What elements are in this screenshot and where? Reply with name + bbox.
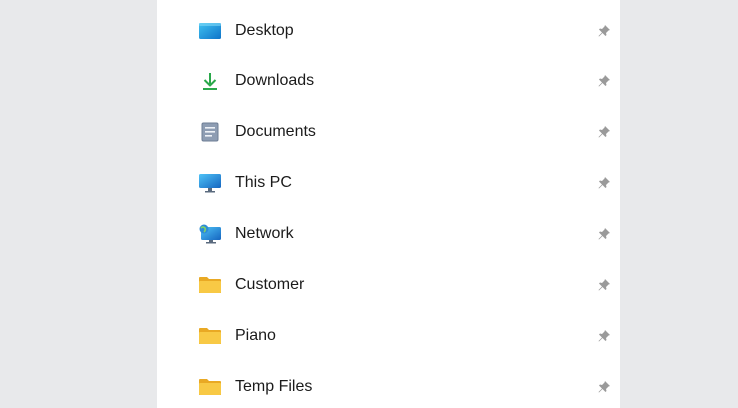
quick-access-item-downloads[interactable]: Downloads [157,61,620,101]
quick-access-item-customer[interactable]: Customer [157,265,620,305]
quick-access-item-temp-files[interactable]: Temp Files [157,367,620,407]
quick-access-list: Desktop Downloads Documents This PC Netw… [157,0,620,408]
quick-access-item-label: Network [235,225,294,242]
folder-icon [199,325,221,347]
pin-icon[interactable] [595,378,613,396]
quick-access-item-network[interactable]: Network [157,214,620,254]
pin-icon[interactable] [595,123,613,141]
quick-access-item-desktop[interactable]: Desktop [157,11,620,51]
folder-icon [199,274,221,296]
quick-access-item-label: Documents [235,123,316,140]
quick-access-item-label: Piano [235,327,276,344]
quick-access-item-label: Customer [235,276,305,293]
quick-access-item-label: Desktop [235,22,294,39]
pin-icon[interactable] [595,72,613,90]
quick-access-item-documents[interactable]: Documents [157,112,620,152]
pin-icon[interactable] [595,174,613,192]
desktop-icon [199,20,221,42]
this-pc-icon [199,172,221,194]
pin-icon[interactable] [595,225,613,243]
quick-access-item-label: Downloads [235,72,315,89]
right-gutter [620,0,738,408]
left-gutter [0,0,157,408]
documents-icon [199,121,221,143]
folder-icon [199,376,221,398]
quick-access-item-piano[interactable]: Piano [157,316,620,356]
pin-icon[interactable] [595,22,613,40]
pin-icon[interactable] [595,276,613,294]
network-icon [199,223,221,245]
downloads-icon [199,70,221,92]
pin-icon[interactable] [595,327,613,345]
quick-access-item-label: This PC [235,174,292,191]
quick-access-item-this-pc[interactable]: This PC [157,163,620,203]
quick-access-item-label: Temp Files [235,378,313,395]
